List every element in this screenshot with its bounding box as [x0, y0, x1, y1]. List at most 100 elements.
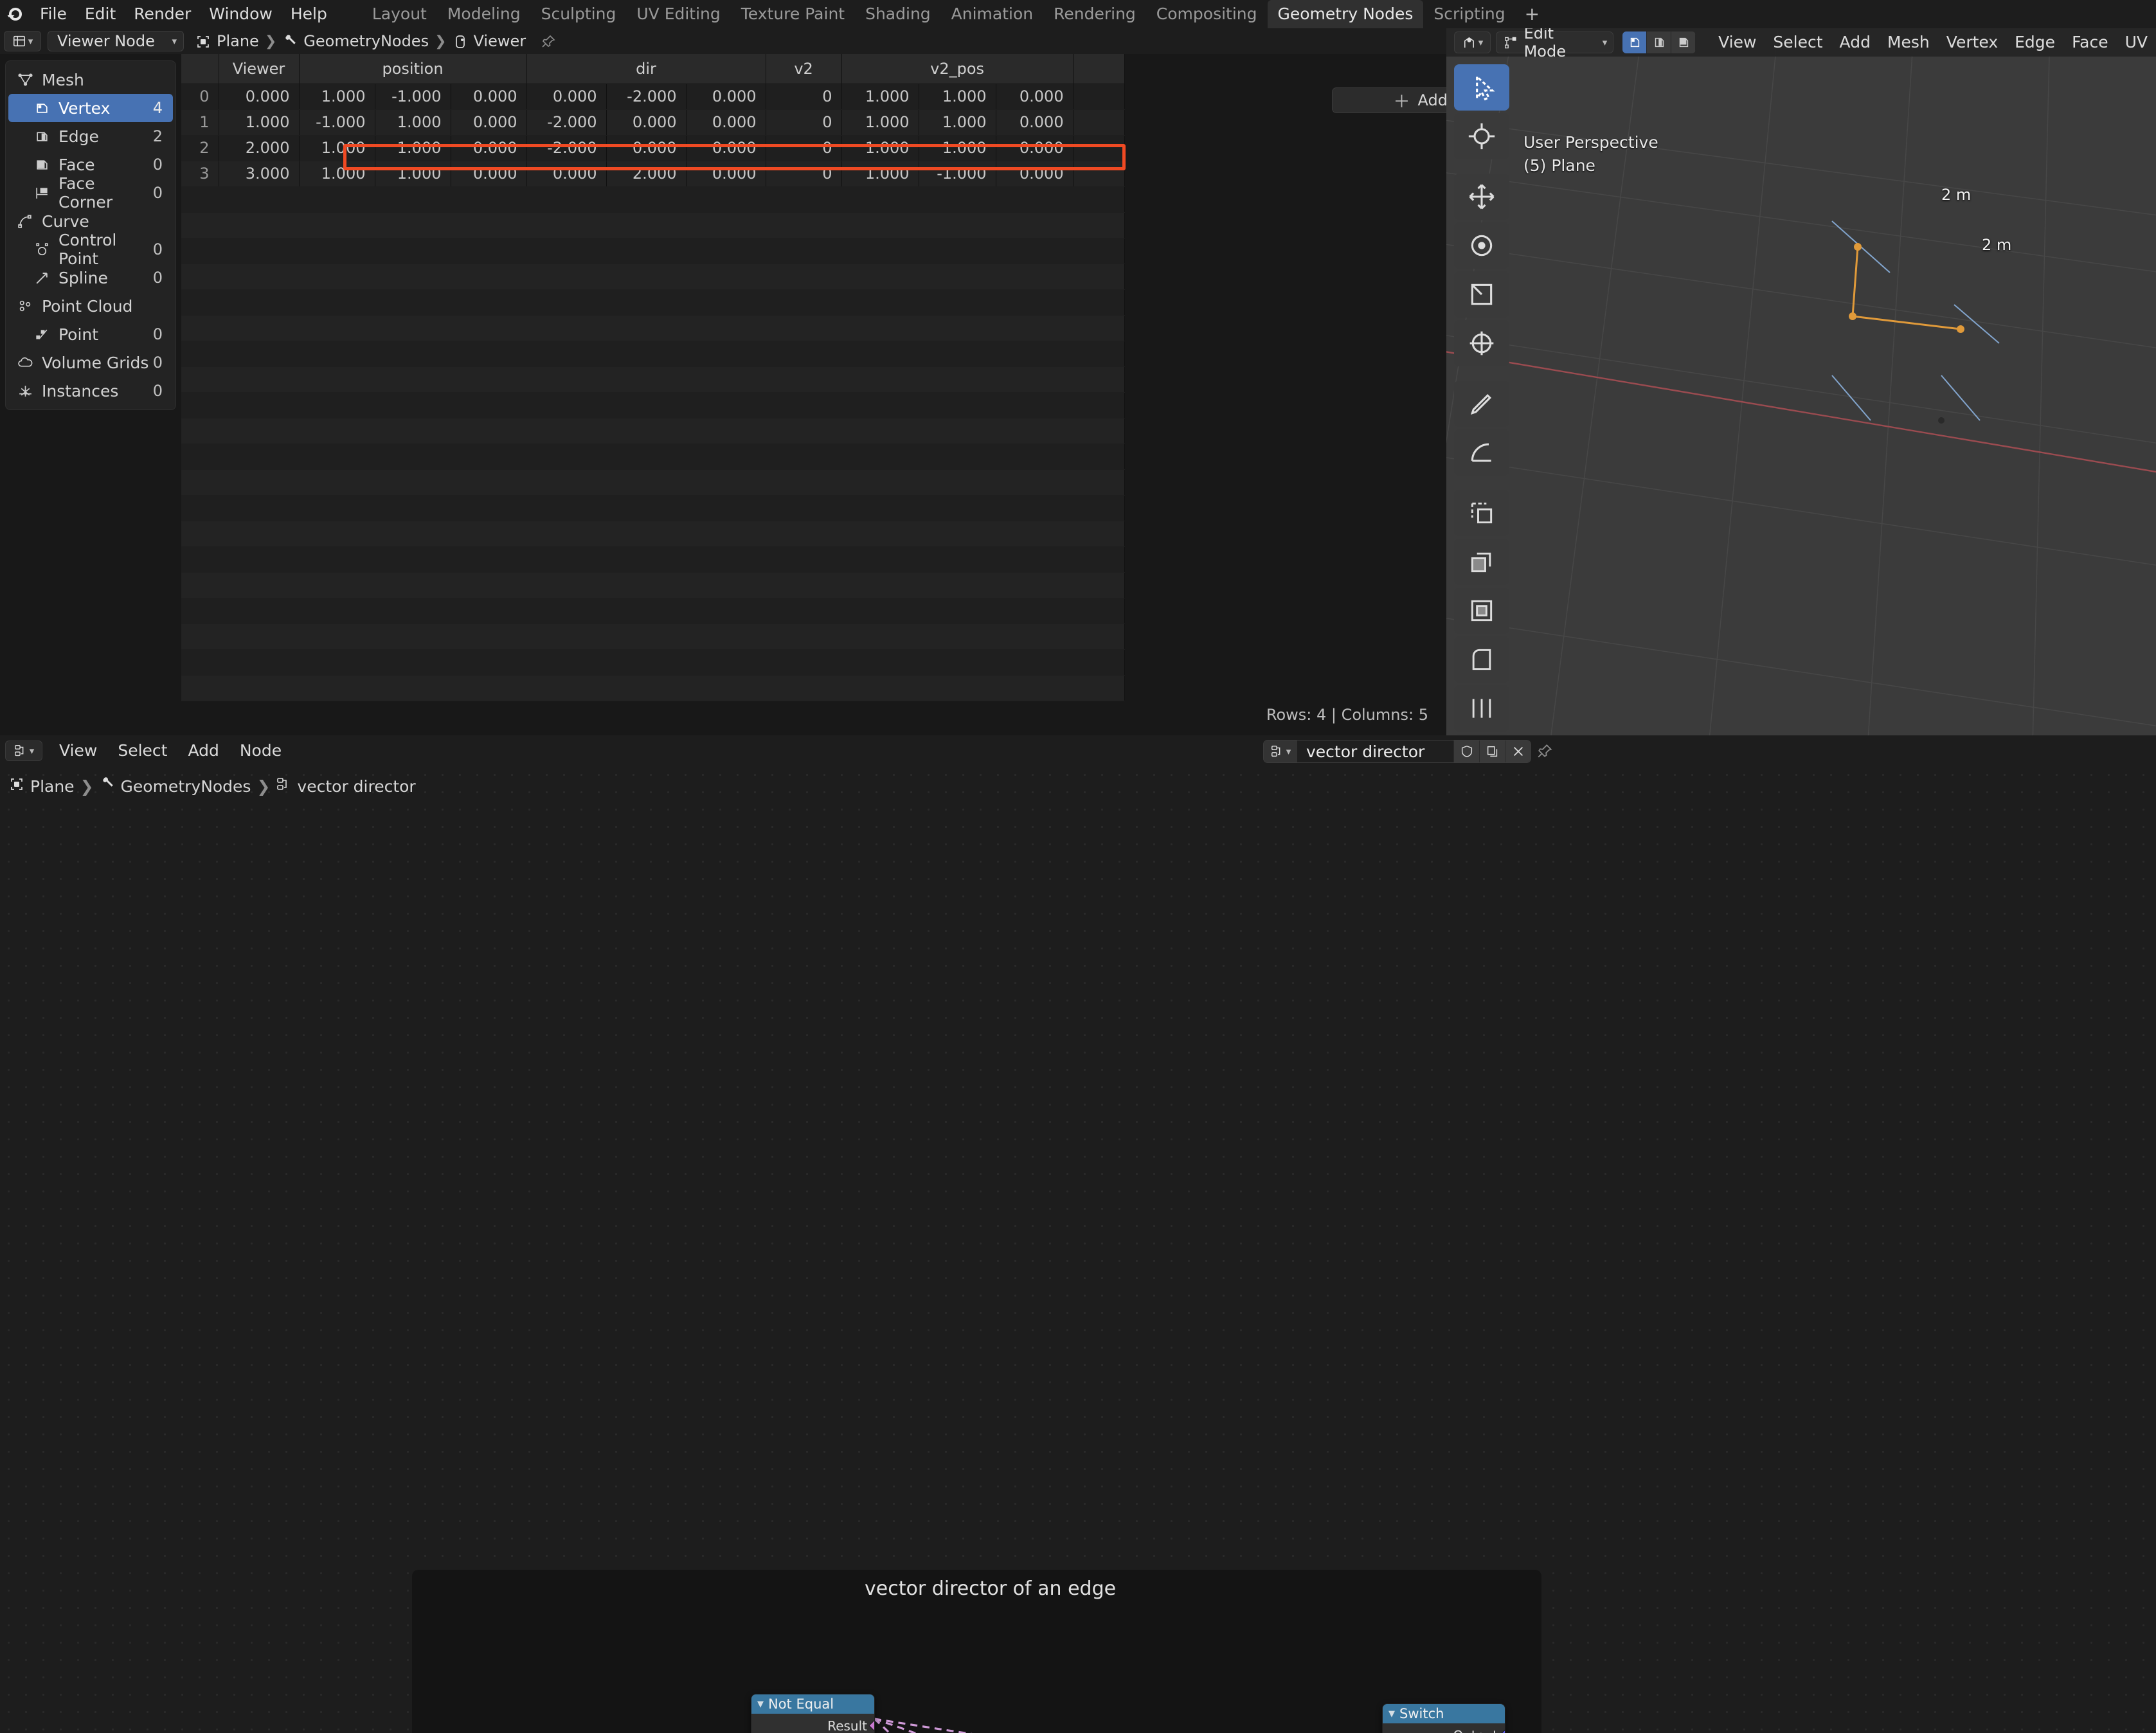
col-v2-header[interactable]: v2 [766, 54, 842, 84]
sidebar-item-face-corner[interactable]: Face Corner 0 [8, 174, 173, 211]
node-canvas[interactable]: Plane ❯ GeometryNodes ❯ vector director … [0, 766, 2156, 1733]
viewport-mode-dropdown[interactable]: Edit Mode ▾ [1496, 28, 1614, 60]
node-not-equal[interactable]: ▼ Not Equal Result Integer▾ Not Equal▾ A [751, 1694, 875, 1733]
vertex-select-mode-button[interactable] [1622, 31, 1648, 53]
sidebar-item-control-point[interactable]: Control Point 0 [8, 231, 173, 268]
pin-icon[interactable] [541, 32, 556, 50]
sidebar-item-instances[interactable]: Instances 0 [8, 377, 173, 405]
node-editor-type-icon[interactable]: ▾ [5, 741, 42, 761]
sidebar-label: Instances [42, 381, 119, 400]
sidebar-item-volume-grids[interactable]: Volume Grids 0 [8, 348, 173, 377]
rotate-tool[interactable] [1454, 222, 1509, 269]
node-breadcrumb-tree[interactable]: vector director [297, 777, 415, 796]
node-menu-node[interactable]: Node [229, 735, 292, 766]
sidebar-item-spline[interactable]: Spline 0 [8, 264, 173, 292]
node-breadcrumb-object[interactable]: Plane [30, 777, 75, 796]
table-row[interactable]: 1 1.000 -1.000 1.000 0.000 -2.000 0.000 … [181, 109, 1126, 136]
bevel-tool[interactable] [1454, 636, 1509, 683]
node-menu-view[interactable]: View [49, 735, 107, 766]
col-dir-header[interactable]: dir [526, 54, 766, 84]
viewport-menu-mesh[interactable]: Mesh [1879, 28, 1938, 57]
sidebar-item-vertex[interactable]: Vertex 4 [8, 94, 173, 122]
inset-tool[interactable] [1454, 588, 1509, 634]
breadcrumb-modifier[interactable]: GeometryNodes [303, 32, 429, 50]
socket-dot[interactable] [1499, 1729, 1505, 1733]
knife-tool[interactable] [1454, 734, 1509, 735]
sidebar-item-mesh[interactable]: Mesh [8, 66, 173, 94]
viewport-menu-face[interactable]: Face [2063, 28, 2117, 57]
geometry-node-editor[interactable]: ▾ View Select Add Node ▾ vector director… [0, 735, 2156, 1733]
face-select-mode-button[interactable] [1671, 31, 1696, 53]
edge-select-mode-button[interactable] [1647, 31, 1672, 53]
col-index-header[interactable] [181, 54, 219, 84]
scale-tool[interactable] [1454, 271, 1509, 318]
viewport-editor-type-icon[interactable]: ▾ [1454, 31, 1491, 53]
dataset-dropdown[interactable]: Viewer Node ▾ [48, 31, 184, 51]
3d-viewport[interactable]: ▾ Edit Mode ▾ View Select Add Mesh Vertex… [1446, 28, 2156, 735]
blender-logo-icon[interactable] [0, 0, 31, 28]
workspace-tab-texture-paint[interactable]: Texture Paint [731, 0, 855, 28]
viewport-menu-uv[interactable]: UV [2117, 28, 2156, 57]
node-editor-pin-icon[interactable] [1536, 743, 1553, 764]
chevron-down-icon[interactable]: ▼ [1388, 1709, 1395, 1719]
viewport-menu-select[interactable]: Select [1765, 28, 1831, 57]
node-tree-name-input[interactable]: vector director [1297, 741, 1453, 762]
loopcut-tool[interactable] [1454, 685, 1509, 732]
measure-tool[interactable] [1454, 429, 1509, 476]
viewport-menu-add[interactable]: Add [1831, 28, 1879, 57]
menu-help[interactable]: Help [282, 0, 336, 28]
breadcrumb-object[interactable]: Plane [217, 32, 259, 50]
annotate-tool[interactable] [1454, 381, 1509, 427]
sidebar-item-edge[interactable]: Edge 2 [8, 122, 173, 150]
workspace-tab-modeling[interactable]: Modeling [437, 0, 531, 28]
node-menu-add[interactable]: Add [177, 735, 229, 766]
menu-render[interactable]: Render [125, 0, 200, 28]
node-switch-vector-1[interactable]: ▼ Switch Output Vector▾ Switch False Tr [1382, 1703, 1505, 1733]
breadcrumb-viewer[interactable]: Viewer [474, 32, 526, 50]
viewport-menu-edge[interactable]: Edge [2006, 28, 2063, 57]
cursor-tool[interactable] [1454, 113, 1509, 159]
move-tool[interactable] [1454, 174, 1509, 220]
workspace-tab-uv-editing[interactable]: UV Editing [626, 0, 730, 28]
chevron-down-icon[interactable]: ▼ [757, 1700, 764, 1709]
duplicate-icon[interactable] [1479, 741, 1505, 762]
add-workspace-button[interactable]: + [1516, 0, 1549, 28]
node-header[interactable]: ▼ Not Equal [751, 1694, 874, 1714]
node-tree-icon[interactable]: ▾ [1264, 741, 1297, 762]
node-breadcrumb-modifier[interactable]: GeometryNodes [121, 777, 251, 796]
shield-icon[interactable] [1453, 741, 1479, 762]
sidebar-item-point[interactable]: Point 0 [8, 320, 173, 348]
editor-type-icon[interactable]: ▾ [4, 31, 41, 51]
table-row[interactable]: 2 2.000 1.000 1.000 0.000 -2.000 0.000 0… [181, 135, 1126, 161]
workspace-tab-geometry-nodes[interactable]: Geometry Nodes [1267, 0, 1424, 28]
menu-edit[interactable]: Edit [76, 0, 125, 28]
transform-tool[interactable] [1454, 320, 1509, 366]
workspace-tab-shading[interactable]: Shading [855, 0, 941, 28]
workspace-tab-animation[interactable]: Animation [941, 0, 1043, 28]
extrude-tool[interactable] [1454, 539, 1509, 585]
workspace-tab-layout[interactable]: Layout [362, 0, 437, 28]
workspace-tab-sculpting[interactable]: Sculpting [531, 0, 627, 28]
table-row[interactable]: 0 0.000 1.000 -1.000 0.000 0.000 -2.000 … [181, 84, 1126, 110]
node-menu-select[interactable]: Select [107, 735, 177, 766]
table-row[interactable]: 3 3.000 1.000 1.000 0.000 0.000 2.000 0.… [181, 161, 1126, 187]
socket-output[interactable]: Output [1383, 1727, 1505, 1733]
menu-window[interactable]: Window [200, 0, 282, 28]
col-v2pos-header[interactable]: v2_pos [841, 54, 1074, 84]
sidebar-item-point-cloud[interactable]: Point Cloud [8, 292, 173, 320]
add-cube-tool[interactable] [1454, 490, 1509, 536]
workspace-tab-compositing[interactable]: Compositing [1146, 0, 1268, 28]
cell-position-x: 1.000 [299, 161, 375, 187]
col-viewer-header[interactable]: Viewer [219, 54, 300, 84]
node-header[interactable]: ▼ Switch [1383, 1704, 1505, 1723]
workspace-tab-scripting[interactable]: Scripting [1423, 0, 1515, 28]
socket-dot[interactable] [868, 1720, 874, 1732]
col-position-header[interactable]: position [299, 54, 527, 84]
menu-file[interactable]: File [31, 0, 76, 28]
tweak-tool[interactable] [1454, 64, 1509, 111]
viewport-menu-view[interactable]: View [1710, 28, 1765, 57]
socket-result[interactable]: Result [751, 1717, 874, 1733]
viewport-menu-vertex[interactable]: Vertex [1938, 28, 2006, 57]
workspace-tab-rendering[interactable]: Rendering [1043, 0, 1146, 28]
close-icon[interactable] [1505, 741, 1531, 762]
